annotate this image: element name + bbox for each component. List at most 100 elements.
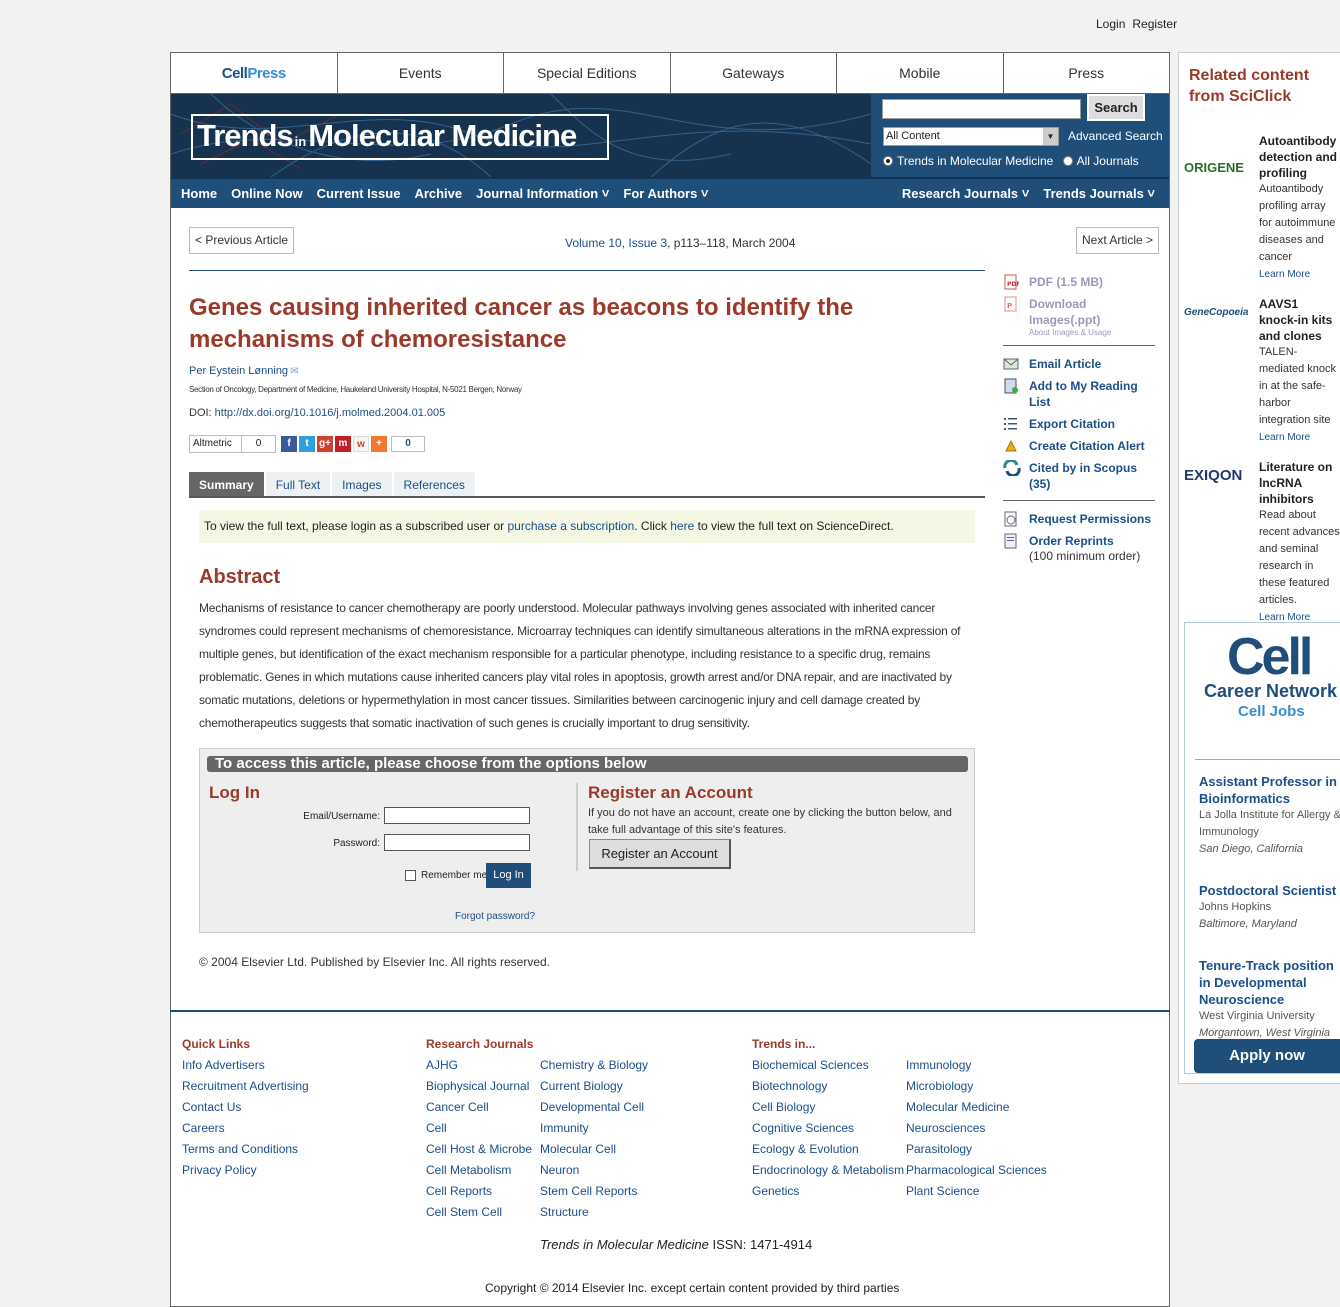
footer-link[interactable]: Molecular Medicine [906, 1097, 1047, 1118]
request-permissions-link[interactable]: Request Permissions [1003, 511, 1155, 527]
add-to-reading-list-link[interactable]: Add to My Reading List [1003, 378, 1155, 410]
footer-link[interactable]: Ecology & Evolution [752, 1139, 904, 1160]
footer-link[interactable]: Privacy Policy [182, 1160, 309, 1181]
footer-link[interactable]: Developmental Cell [540, 1097, 648, 1118]
topnav-events[interactable]: Events [338, 53, 504, 93]
footer-link[interactable]: Cell Stem Cell [426, 1202, 532, 1223]
addthis-icon[interactable]: + [371, 436, 387, 452]
email-article-link[interactable]: Email Article [1003, 356, 1155, 372]
cellpress-logo[interactable]: CellPress [171, 53, 338, 93]
facebook-icon[interactable]: f [281, 436, 297, 452]
tab-images[interactable]: Images [332, 472, 392, 496]
genecopoeia-logo[interactable]: GeneCopoeia [1184, 307, 1248, 318]
footer-link[interactable]: Cell Reports [426, 1181, 532, 1202]
mendeley-icon[interactable]: m [335, 436, 351, 452]
exiqon-logo[interactable]: EXIQON [1184, 467, 1242, 484]
footer-link[interactable]: Chemistry & Biology [540, 1055, 648, 1076]
journal-logo[interactable]: Trends inMolecular Medicine [191, 114, 609, 160]
topnav-gateways[interactable]: Gateways [671, 53, 837, 93]
footer-link[interactable]: Biotechnology [752, 1076, 904, 1097]
footer-link[interactable]: Current Biology [540, 1076, 648, 1097]
learn-more-link[interactable]: Learn More [1259, 269, 1310, 280]
nav-trends-journals[interactable]: Trends Journals ˅ [1043, 179, 1155, 208]
register-account-button[interactable]: Register an Account [589, 839, 731, 869]
tab-references[interactable]: References [393, 472, 475, 496]
nav-archive[interactable]: Archive [414, 179, 462, 208]
footer-link[interactable]: Cancer Cell [426, 1097, 532, 1118]
password-field[interactable] [384, 834, 530, 851]
topnav-mobile[interactable]: Mobile [837, 53, 1004, 93]
footer-link[interactable]: Structure [540, 1202, 648, 1223]
footer-link[interactable]: Terms and Conditions [182, 1139, 309, 1160]
footer-link[interactable]: Genetics [752, 1181, 904, 1202]
cited-by-scopus-link[interactable]: Cited by in Scopus (35) [1003, 458, 1155, 492]
email-field[interactable] [384, 807, 530, 824]
altmetric-badge[interactable]: Altmetric 0 [189, 435, 276, 453]
next-article-button[interactable]: Next Article > [1076, 227, 1160, 254]
footer-link[interactable]: Immunity [540, 1118, 648, 1139]
cell-logo[interactable]: Cell [1227, 627, 1313, 687]
footer-link[interactable]: Cognitive Sciences [752, 1118, 904, 1139]
footer-link[interactable]: Plant Science [906, 1181, 1047, 1202]
author-link[interactable]: Per Eystein Lønning [189, 365, 288, 377]
footer-link[interactable]: Info Advertisers [182, 1055, 309, 1076]
advanced-search-link[interactable]: Advanced Search [1068, 129, 1163, 143]
topnav-special-editions[interactable]: Special Editions [504, 53, 671, 93]
nav-current-issue[interactable]: Current Issue [317, 179, 401, 208]
footer-link[interactable]: Stem Cell Reports [540, 1181, 648, 1202]
volume-link[interactable]: Volume 10, Issue 3 [565, 236, 667, 250]
create-citation-alert-link[interactable]: Create Citation Alert [1003, 438, 1155, 454]
footer-link[interactable]: Cell Metabolism [426, 1160, 532, 1181]
google-plus-icon[interactable]: g+ [317, 436, 333, 452]
content-select[interactable]: All Content ▼ [883, 127, 1059, 146]
weibo-icon[interactable]: w [353, 436, 369, 452]
footer-link[interactable]: Biophysical Journal [426, 1076, 532, 1097]
footer-link[interactable]: Neurosciences [906, 1118, 1047, 1139]
doi-link[interactable]: http://dx.doi.org/10.1016/j.molmed.2004.… [215, 407, 446, 419]
ad-genecopoeia[interactable]: AAVS1 knock-in kits and clones TALEN-medi… [1259, 296, 1340, 446]
remember-me-checkbox[interactable] [405, 870, 416, 881]
pdf-link[interactable]: PDF PDF (1.5 MB) [1003, 274, 1155, 290]
job-listing[interactable]: Assistant Professor in Bioinformatics La … [1199, 773, 1340, 858]
ad-exiqon[interactable]: Literature on lncRNA inhibitors Read abou… [1259, 459, 1340, 626]
nav-online-now[interactable]: Online Now [231, 179, 303, 208]
footer-link[interactable]: Neuron [540, 1160, 648, 1181]
radio-journal[interactable] [883, 156, 893, 166]
nav-home[interactable]: Home [181, 179, 217, 208]
footer-link[interactable]: Cell [426, 1118, 532, 1139]
previous-article-button[interactable]: < Previous Article [189, 227, 295, 254]
nav-research-journals[interactable]: Research Journals ˅ [902, 179, 1030, 208]
footer-link[interactable]: AJHG [426, 1055, 532, 1076]
login-button[interactable]: Log In [486, 863, 531, 888]
ad-origene[interactable]: Autoantibody detection and profiling Auto… [1259, 133, 1340, 283]
footer-link[interactable]: Recruitment Advertising [182, 1076, 309, 1097]
export-citation-link[interactable]: Export Citation [1003, 416, 1155, 432]
nav-for-authors[interactable]: For Authors ˅ [623, 179, 708, 208]
job-listing[interactable]: Tenure-Track position in Developmental N… [1199, 957, 1340, 1039]
tab-full-text[interactable]: Full Text [265, 472, 331, 496]
footer-link[interactable]: Immunology [906, 1055, 1047, 1076]
forgot-password-link[interactable]: Forgot password? [455, 911, 535, 922]
footer-link[interactable]: Biochemical Sciences [752, 1055, 904, 1076]
footer-link[interactable]: Contact Us [182, 1097, 309, 1118]
tab-summary[interactable]: Summary [189, 472, 264, 496]
login-link[interactable]: Login [1096, 17, 1125, 31]
footer-link[interactable]: Endocrinology & Metabolism [752, 1160, 904, 1181]
job-listing[interactable]: Postdoctoral Scientist Johns Hopkins Balti… [1199, 882, 1340, 933]
search-input[interactable] [882, 99, 1081, 119]
order-reprints-link[interactable]: Order Reprints [1003, 533, 1155, 549]
footer-link[interactable]: Molecular Cell [540, 1139, 648, 1160]
footer-link[interactable]: Cell Host & Microbe [426, 1139, 532, 1160]
origene-logo[interactable]: ORIGENE [1184, 160, 1244, 175]
about-images-link[interactable]: About Images & Usage [1029, 328, 1155, 337]
footer-link[interactable]: Pharmacological Sciences [906, 1160, 1047, 1181]
twitter-icon[interactable]: t [299, 436, 315, 452]
nav-journal-information[interactable]: Journal Information ˅ [476, 179, 609, 208]
sciencedirect-link[interactable]: here [670, 519, 694, 533]
search-button[interactable]: Search [1087, 94, 1145, 121]
register-link[interactable]: Register [1132, 17, 1177, 31]
footer-link[interactable]: Parasitology [906, 1139, 1047, 1160]
footer-link[interactable]: Microbiology [906, 1076, 1047, 1097]
purchase-subscription-link[interactable]: purchase a subscription [508, 519, 635, 533]
footer-link[interactable]: Careers [182, 1118, 309, 1139]
